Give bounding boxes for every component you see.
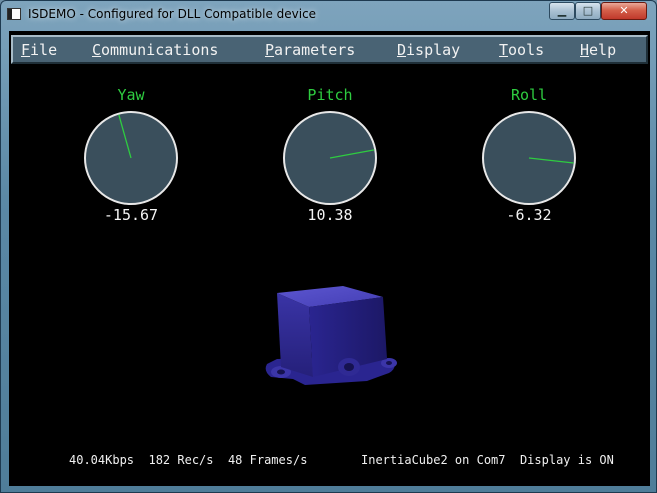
pitch-value: 10.38 [307, 206, 353, 224]
menu-display[interactable]: Display [397, 41, 460, 59]
menu-help[interactable]: Help [580, 41, 616, 59]
pitch-dial [283, 111, 377, 205]
status-bar: 40.04Kbps 182 Rec/s 48 Frames/s InertiaC… [9, 453, 650, 471]
roll-value: -6.32 [506, 206, 552, 224]
status-rates: 40.04Kbps 182 Rec/s 48 Frames/s [69, 453, 308, 467]
menu-communications[interactable]: Communications [92, 41, 218, 59]
minimize-button[interactable]: ▁ [549, 2, 575, 20]
roll-label: Roll [510, 86, 548, 104]
title-bar[interactable]: ISDEMO - Configured for DLL Compatible d… [1, 1, 656, 29]
window-title: ISDEMO - Configured for DLL Compatible d… [28, 7, 317, 21]
menu-file[interactable]: File [21, 41, 57, 59]
cube-connector-hole [344, 363, 354, 371]
close-button[interactable]: ✕ [601, 2, 647, 20]
inertia-cube-model [265, 286, 397, 385]
roll-dial [482, 111, 576, 205]
menu-bar: File Communications Parameters Display T… [11, 35, 648, 64]
yaw-value: -15.67 [103, 206, 159, 224]
yaw-dial [84, 111, 178, 205]
yaw-label: Yaw [117, 86, 145, 104]
maximize-button[interactable]: □ [575, 2, 601, 20]
menu-parameters[interactable]: Parameters [265, 41, 355, 59]
app-window: ISDEMO - Configured for DLL Compatible d… [0, 0, 657, 493]
menu-tools[interactable]: Tools [499, 41, 544, 59]
cube-mount-hole-left [277, 369, 285, 375]
app-icon[interactable] [7, 8, 21, 20]
cube-mount-hole-right [386, 361, 392, 365]
status-device: InertiaCube2 on Com7 Display is ON [361, 453, 614, 467]
pitch-label: Pitch [307, 86, 353, 104]
client-area: File Communications Parameters Display T… [9, 31, 650, 486]
